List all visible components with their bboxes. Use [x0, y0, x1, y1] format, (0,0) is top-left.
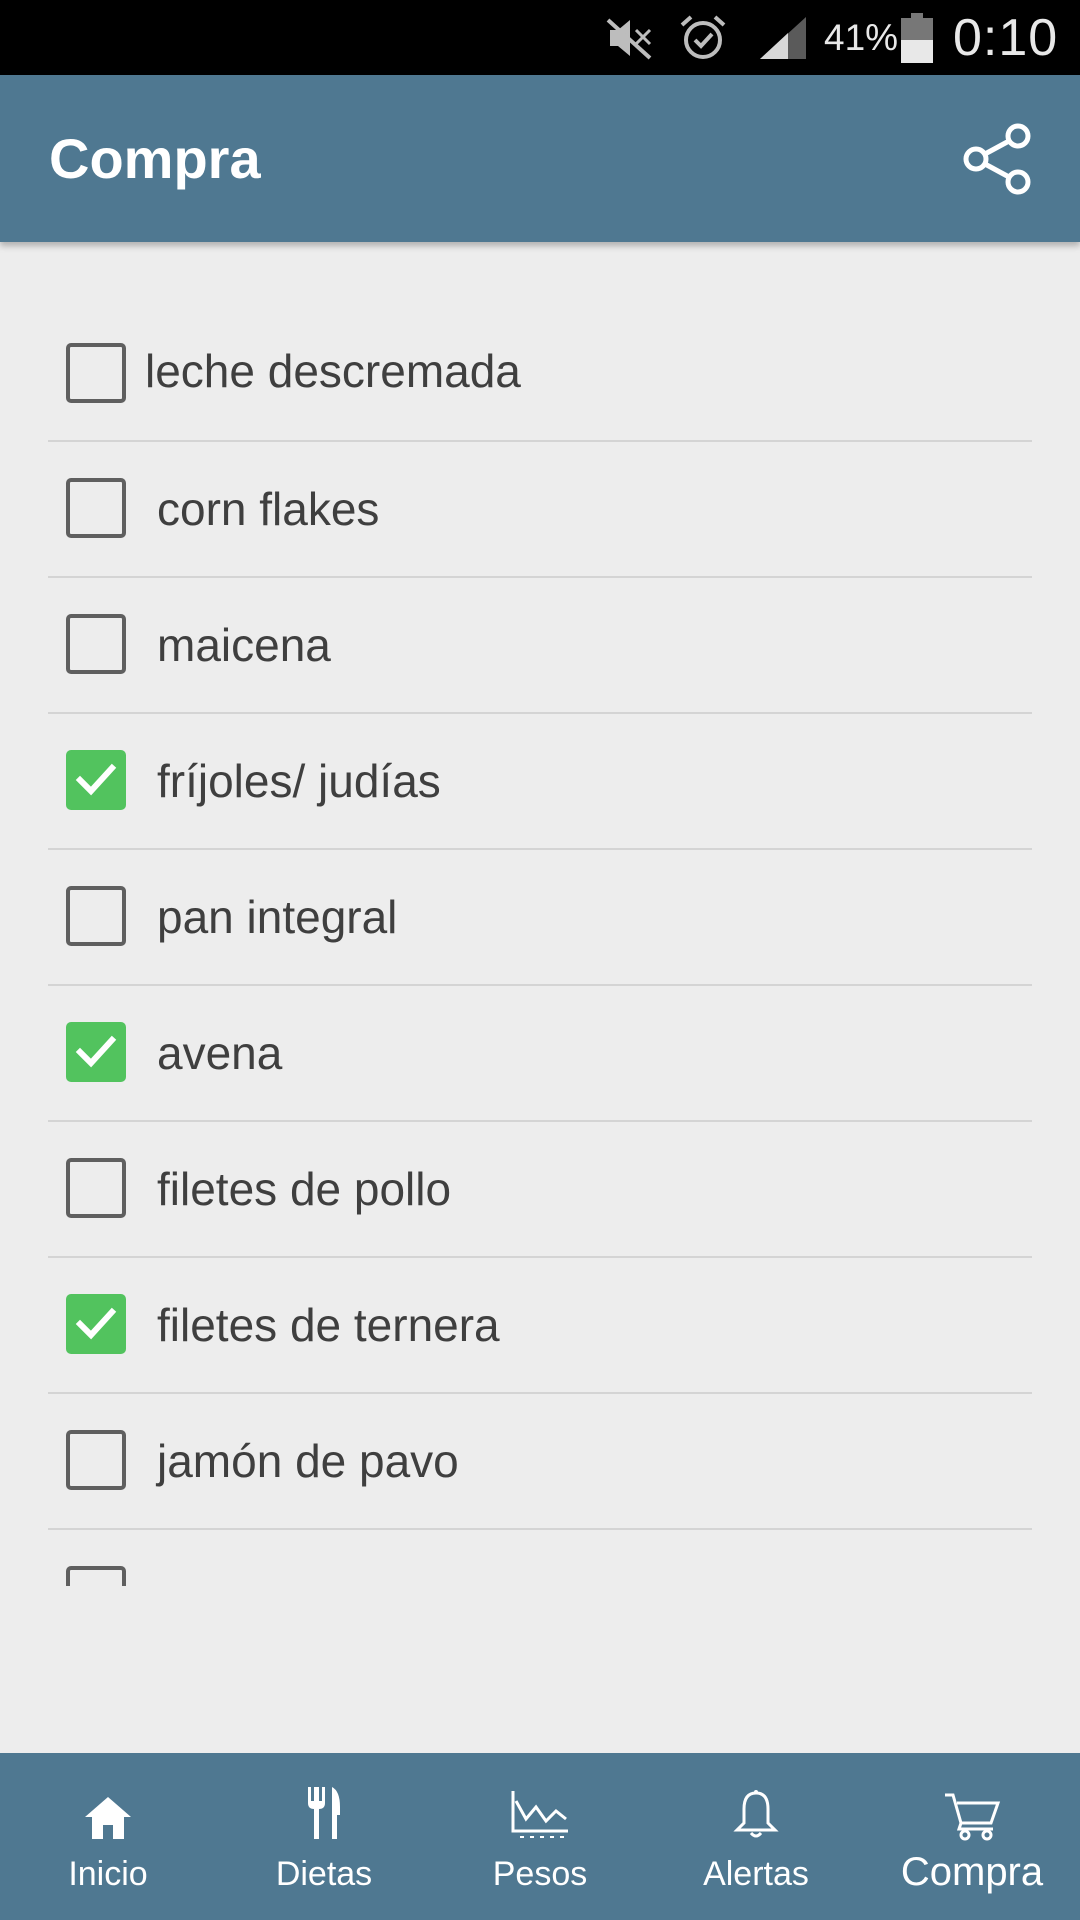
clock: 0:10: [953, 8, 1059, 67]
nav-item-compra[interactable]: Compra: [864, 1753, 1080, 1920]
checkbox[interactable]: [66, 1566, 126, 1586]
nav-label: Alertas: [703, 1855, 809, 1893]
list-item[interactable]: [48, 1530, 1032, 1586]
list-item[interactable]: avena: [48, 986, 1032, 1122]
battery-icon: [901, 0, 933, 75]
shopping-list[interactable]: leche descremada corn flakes maicena fríjol…: [48, 242, 1032, 1586]
page-title: Compra: [49, 127, 261, 190]
checkmark-icon: [75, 1035, 117, 1068]
list-item-label: leche descremada: [145, 345, 521, 397]
list-item-label: pan integral: [157, 891, 398, 943]
bottom-navigation: Inicio Dietas Pesos Alertas Compra: [0, 1753, 1080, 1920]
app-bar: Compra: [0, 75, 1080, 242]
checkbox[interactable]: [66, 1430, 126, 1490]
list-item-label: filetes de ternera: [157, 1299, 500, 1351]
share-icon: [963, 123, 1031, 195]
checkbox[interactable]: [66, 886, 126, 946]
checkbox[interactable]: [66, 1158, 126, 1218]
list-item[interactable]: fríjoles/ judías: [48, 714, 1032, 850]
nav-label: Inicio: [68, 1855, 148, 1893]
list-item-label: jamón de pavo: [157, 1435, 459, 1487]
checkbox[interactable]: [66, 343, 126, 403]
signal-icon: [758, 0, 808, 75]
list-item-label: filetes de pollo: [157, 1163, 452, 1215]
checkbox-checked[interactable]: [66, 1022, 126, 1082]
list-item-label: corn flakes: [157, 483, 380, 535]
alarm-icon: [678, 0, 728, 75]
list-item[interactable]: leche descremada: [48, 242, 1032, 442]
weight-chart-icon: [510, 1783, 570, 1841]
nav-item-pesos[interactable]: Pesos: [432, 1753, 648, 1920]
list-item-label: maicena: [157, 619, 331, 671]
fork-knife-icon: [306, 1783, 342, 1841]
bell-icon: [733, 1783, 779, 1841]
checkbox[interactable]: [66, 614, 126, 674]
list-item[interactable]: maicena: [48, 578, 1032, 714]
checkmark-icon: [75, 763, 117, 796]
nav-item-dietas[interactable]: Dietas: [216, 1753, 432, 1920]
nav-item-alertas[interactable]: Alertas: [648, 1753, 864, 1920]
shopping-list-viewport[interactable]: leche descremada corn flakes maicena fríjol…: [0, 242, 1080, 1586]
cart-icon: [943, 1783, 1001, 1841]
mute-icon: [604, 0, 654, 75]
nav-label: Dietas: [275, 1855, 373, 1893]
checkmark-icon: [75, 1307, 117, 1340]
list-item[interactable]: pan integral: [48, 850, 1032, 986]
list-item[interactable]: filetes de ternera: [48, 1258, 1032, 1394]
checkbox-checked[interactable]: [66, 750, 126, 810]
checkbox[interactable]: [66, 478, 126, 538]
list-item[interactable]: filetes de pollo: [48, 1122, 1032, 1258]
list-item[interactable]: jamón de pavo: [48, 1394, 1032, 1530]
list-item-label: avena: [157, 1027, 283, 1079]
share-button[interactable]: [962, 123, 1034, 195]
nav-label: Pesos: [492, 1855, 588, 1893]
status-bar: 41% 0:10: [0, 0, 1080, 75]
nav-label: Compra: [900, 1850, 1044, 1894]
checkbox-checked[interactable]: [66, 1294, 126, 1354]
battery-percent: 41%: [824, 16, 899, 58]
nav-item-inicio[interactable]: Inicio: [0, 1753, 216, 1920]
home-icon: [83, 1783, 133, 1841]
list-item-label: fríjoles/ judías: [157, 755, 441, 807]
list-item[interactable]: corn flakes: [48, 442, 1032, 578]
